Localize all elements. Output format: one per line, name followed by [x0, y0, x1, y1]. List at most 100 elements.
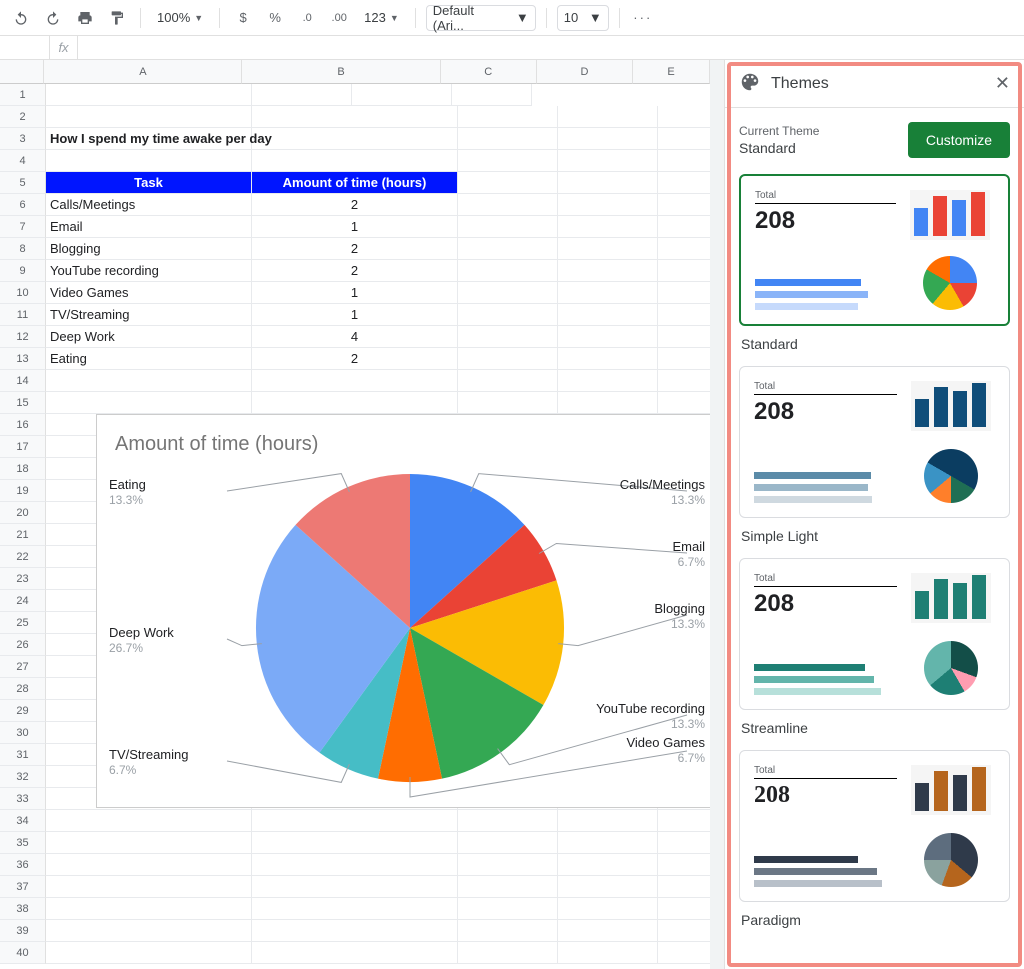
cell[interactable]: TV/Streaming	[46, 304, 252, 326]
cell[interactable]	[558, 172, 658, 194]
spreadsheet-grid[interactable]: A B C D E 123456789101112131415161718192…	[0, 60, 710, 969]
cell[interactable]: 2	[252, 194, 458, 216]
cell[interactable]	[458, 876, 558, 898]
row-header[interactable]: 38	[0, 898, 46, 920]
cell[interactable]	[658, 216, 710, 238]
cell[interactable]	[46, 942, 252, 964]
cell[interactable]	[658, 128, 710, 150]
cell[interactable]	[252, 84, 352, 106]
increase-decimal-button[interactable]: .00	[326, 5, 352, 31]
select-all-corner[interactable]	[0, 60, 44, 84]
row-header[interactable]: 37	[0, 876, 46, 898]
cell[interactable]	[658, 150, 710, 172]
cell[interactable]	[658, 854, 710, 876]
row-header[interactable]: 1	[0, 84, 46, 106]
cell[interactable]	[558, 854, 658, 876]
close-icon[interactable]: ✕	[995, 73, 1010, 94]
cell[interactable]	[458, 942, 558, 964]
row-header[interactable]: 32	[0, 766, 46, 788]
row-header[interactable]: 23	[0, 568, 46, 590]
cell[interactable]	[458, 810, 558, 832]
name-box[interactable]	[0, 36, 50, 59]
cell[interactable]: Deep Work	[46, 326, 252, 348]
formula-input[interactable]	[78, 36, 1024, 59]
row-header[interactable]: 39	[0, 920, 46, 942]
column-header[interactable]: B	[242, 60, 440, 84]
row-header[interactable]: 19	[0, 480, 46, 502]
cell[interactable]	[252, 920, 458, 942]
cell[interactable]	[658, 898, 710, 920]
row-header[interactable]: 24	[0, 590, 46, 612]
cell[interactable]	[46, 898, 252, 920]
row-header[interactable]: 22	[0, 546, 46, 568]
row-header[interactable]: 8	[0, 238, 46, 260]
cell[interactable]	[252, 832, 458, 854]
cell[interactable]	[558, 260, 658, 282]
theme-card[interactable]: Total 208	[739, 558, 1010, 710]
cell[interactable]: 2	[252, 238, 458, 260]
customize-button[interactable]: Customize	[908, 122, 1010, 158]
font-size-dropdown[interactable]: 10▼	[557, 5, 609, 31]
cell[interactable]	[458, 348, 558, 370]
theme-list[interactable]: Total 208 Standard Total 208 Simple Ligh…	[725, 174, 1024, 969]
cell[interactable]	[46, 920, 252, 942]
cell[interactable]: Email	[46, 216, 252, 238]
font-family-dropdown[interactable]: Default (Ari...▼	[426, 5, 536, 31]
cell[interactable]: Video Games	[46, 282, 252, 304]
row-header[interactable]: 31	[0, 744, 46, 766]
column-header[interactable]: E	[633, 60, 710, 84]
undo-button[interactable]	[8, 5, 34, 31]
cell[interactable]	[458, 832, 558, 854]
row-header[interactable]: 25	[0, 612, 46, 634]
cell[interactable]	[558, 898, 658, 920]
print-button[interactable]	[72, 5, 98, 31]
format-percent-button[interactable]: %	[262, 5, 288, 31]
theme-card[interactable]: Total 208	[739, 750, 1010, 902]
cell[interactable]	[458, 370, 558, 392]
cell[interactable]	[558, 194, 658, 216]
cell[interactable]	[658, 282, 710, 304]
cell[interactable]	[46, 810, 252, 832]
row-header[interactable]: 30	[0, 722, 46, 744]
row-header[interactable]: 20	[0, 502, 46, 524]
cell[interactable]	[452, 84, 532, 106]
cell[interactable]	[558, 282, 658, 304]
cell[interactable]	[658, 326, 710, 348]
cell[interactable]	[252, 150, 458, 172]
row-header[interactable]: 13	[0, 348, 46, 370]
cell[interactable]	[658, 238, 710, 260]
cell[interactable]: YouTube recording	[46, 260, 252, 282]
cell[interactable]: Blogging	[46, 238, 252, 260]
cell[interactable]: Calls/Meetings	[46, 194, 252, 216]
cell[interactable]	[252, 106, 458, 128]
cell[interactable]	[458, 238, 558, 260]
cell[interactable]	[558, 876, 658, 898]
cell[interactable]	[458, 216, 558, 238]
cell[interactable]	[458, 128, 558, 150]
decrease-decimal-button[interactable]: .0	[294, 5, 320, 31]
more-tools-button[interactable]: ···	[630, 5, 656, 31]
cell[interactable]	[658, 876, 710, 898]
row-header[interactable]: 17	[0, 436, 46, 458]
row-header[interactable]: 4	[0, 150, 46, 172]
cell[interactable]	[658, 194, 710, 216]
cell[interactable]	[558, 942, 658, 964]
cell[interactable]	[458, 282, 558, 304]
cell[interactable]	[558, 370, 658, 392]
cell[interactable]	[46, 876, 252, 898]
cell[interactable]	[558, 392, 658, 414]
cell[interactable]	[252, 810, 458, 832]
cell[interactable]	[458, 260, 558, 282]
cell[interactable]	[46, 392, 252, 414]
row-header[interactable]: 2	[0, 106, 46, 128]
cell[interactable]: 4	[252, 326, 458, 348]
cell[interactable]: 2	[252, 348, 458, 370]
cell[interactable]	[558, 106, 658, 128]
cell[interactable]	[252, 942, 458, 964]
row-header[interactable]: 28	[0, 678, 46, 700]
zoom-dropdown[interactable]: 100%▼	[151, 5, 209, 31]
row-header[interactable]: 26	[0, 634, 46, 656]
cell[interactable]	[458, 194, 558, 216]
cell[interactable]	[458, 898, 558, 920]
cell[interactable]	[458, 326, 558, 348]
